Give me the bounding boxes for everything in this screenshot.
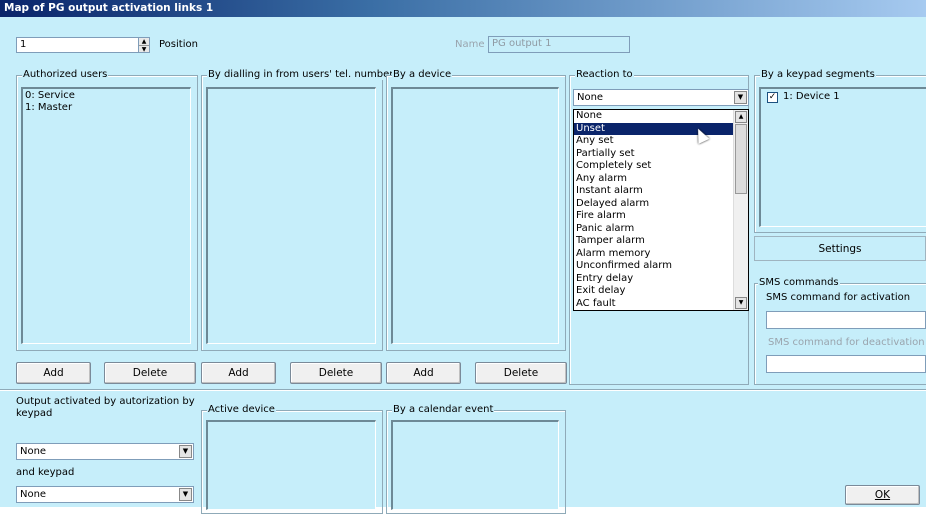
chevron-down-icon[interactable]: ▼: [179, 445, 192, 458]
list-item[interactable]: 1: Master: [25, 102, 188, 114]
spin-down-icon[interactable]: ▼: [139, 45, 149, 53]
dialling-delete-button[interactable]: Delete: [290, 362, 382, 384]
reaction-option[interactable]: Exit delay: [574, 285, 734, 298]
separator: [0, 389, 926, 391]
reaction-option[interactable]: Delayed alarm: [574, 198, 734, 211]
authorized-users-add-button[interactable]: Add: [16, 362, 91, 384]
list-item[interactable]: 0: Service: [25, 90, 188, 102]
title-bar[interactable]: Map of PG output activation links 1: [0, 0, 926, 17]
scroll-up-icon[interactable]: ▲: [735, 111, 747, 123]
keypad-segments-title: By a keypad segments: [760, 69, 876, 80]
list-item[interactable]: ✓ 1: Device 1: [763, 90, 926, 104]
name-field: PG output 1: [488, 36, 630, 53]
authorized-users-delete-button[interactable]: Delete: [104, 362, 196, 384]
reaction-option[interactable]: Entry delay: [574, 273, 734, 286]
and-keypad-label: and keypad: [16, 467, 75, 478]
reaction-option[interactable]: None: [574, 110, 734, 123]
reaction-option[interactable]: Alarm memory: [574, 248, 734, 261]
reaction-dropdown-list[interactable]: None Unset Any set Partially set Completely …: [573, 109, 749, 311]
reaction-title: Reaction to: [575, 69, 634, 80]
by-device-title: By a device: [392, 69, 453, 80]
dialling-title: By dialling in from users' tel. numbers: [207, 69, 400, 80]
and-keypad-select[interactable]: None ▼: [16, 486, 194, 503]
settings-button[interactable]: Settings: [754, 236, 926, 261]
reaction-option[interactable]: Instant alarm: [574, 185, 734, 198]
reaction-option[interactable]: Completely set: [574, 160, 734, 173]
scroll-thumb[interactable]: [735, 124, 747, 194]
active-device-title: Active device: [207, 404, 276, 415]
reaction-option[interactable]: Any set: [574, 135, 734, 148]
dialog-window: Map of PG output activation links 1 1 ▲ ▼…: [0, 0, 926, 514]
authorized-users-list[interactable]: 0: Service 1: Master: [21, 87, 191, 344]
keypad-segment-label: 1: Device 1: [783, 91, 840, 102]
reaction-option[interactable]: Fire alarm: [574, 210, 734, 223]
by-device-add-button[interactable]: Add: [386, 362, 461, 384]
checkbox-checked-icon[interactable]: ✓: [767, 92, 778, 103]
position-input[interactable]: 1: [16, 37, 140, 53]
reaction-option[interactable]: Tamper alarm: [574, 235, 734, 248]
reaction-option[interactable]: Partially set: [574, 148, 734, 161]
name-label: Name: [455, 39, 485, 50]
sms-activation-label: SMS command for activation: [766, 292, 911, 303]
reaction-selected-value: None: [577, 92, 604, 103]
calendar-event-list[interactable]: [391, 420, 559, 510]
dialling-list[interactable]: [206, 87, 376, 344]
sms-commands-title: SMS commands: [758, 277, 840, 288]
active-device-list[interactable]: [206, 420, 376, 510]
sms-deactivation-label: SMS command for deactivation: [768, 337, 925, 348]
sms-activation-input[interactable]: [766, 311, 926, 329]
reaction-select[interactable]: None ▼: [573, 89, 749, 106]
reaction-option[interactable]: Unset: [574, 122, 734, 135]
ok-button[interactable]: OK: [845, 485, 920, 505]
and-keypad-value: None: [20, 489, 47, 500]
sms-deactivation-input[interactable]: [766, 355, 926, 373]
calendar-event-title: By a calendar event: [392, 404, 495, 415]
by-device-list[interactable]: [391, 87, 559, 344]
reaction-option[interactable]: Panic alarm: [574, 223, 734, 236]
reaction-options: None Unset Any set Partially set Completely …: [574, 110, 748, 310]
window-title: Map of PG output activation links 1: [4, 2, 214, 14]
chevron-down-icon[interactable]: ▼: [734, 91, 747, 104]
reaction-scrollbar[interactable]: ▲ ▼: [733, 110, 748, 310]
keypad-auth-value: None: [20, 446, 47, 457]
keypad-auth-select[interactable]: None ▼: [16, 443, 194, 460]
dialling-add-button[interactable]: Add: [201, 362, 276, 384]
reaction-option[interactable]: Unconfirmed alarm: [574, 260, 734, 273]
spin-up-icon[interactable]: ▲: [139, 38, 149, 45]
reaction-option[interactable]: AC fault: [574, 298, 734, 311]
scroll-down-icon[interactable]: ▼: [735, 297, 747, 309]
keypad-segments-list[interactable]: ✓ 1: Device 1: [759, 87, 926, 227]
authorized-users-title: Authorized users: [22, 69, 109, 80]
chevron-down-icon[interactable]: ▼: [179, 488, 192, 501]
position-label: Position: [159, 39, 198, 50]
reaction-option[interactable]: Any alarm: [574, 173, 734, 186]
position-spinner[interactable]: ▲ ▼: [138, 37, 150, 53]
by-device-delete-button[interactable]: Delete: [475, 362, 567, 384]
keypad-auth-label: Output activated by autorization by keyp…: [16, 396, 195, 419]
